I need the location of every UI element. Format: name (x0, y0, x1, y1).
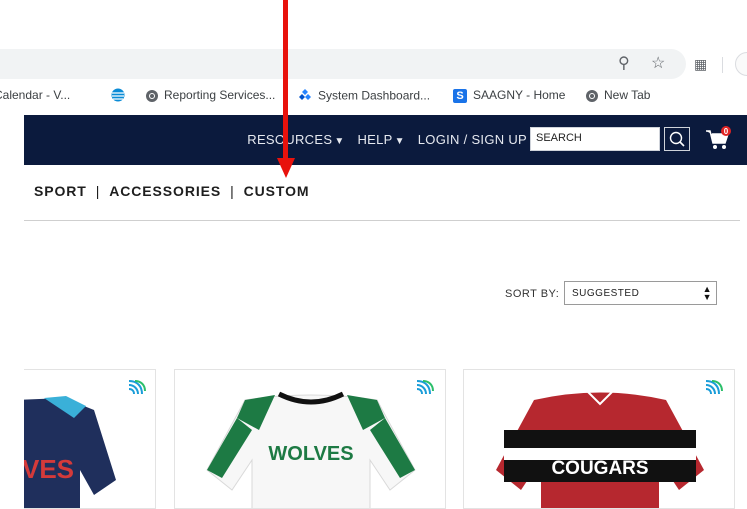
site-header: RESOURCES ▼ HELP ▼ LOGIN / SIGN UP SEARCH … (24, 115, 747, 165)
bookmark-new-tab[interactable]: New Tab (586, 88, 650, 102)
brand-stripes-icon (705, 380, 723, 395)
att-globe-icon (111, 88, 125, 105)
category-nav: SPORT | ACCESSORIES | CUSTOM (34, 183, 309, 199)
toolbar-divider (722, 57, 723, 73)
caret-down-icon: ▼ (394, 136, 405, 147)
bookmark-system-dashboard[interactable]: System Dashboard... (298, 88, 430, 105)
sort-select[interactable]: SUGGESTED ▲ ▼ (564, 281, 717, 305)
sharepoint-icon: S (453, 88, 467, 103)
globe-icon (586, 89, 598, 102)
zoom-icon[interactable]: ⚲ (618, 53, 630, 73)
bookmark-calendar[interactable]: Calendar - V... (0, 88, 70, 102)
nav-login-signup[interactable]: LOGIN / SIGN UP (418, 132, 527, 147)
bookmark-att[interactable] (111, 88, 131, 105)
bookmark-saagny-home[interactable]: S SAAGNY - Home (453, 88, 565, 103)
catnav-custom[interactable]: CUSTOM (244, 183, 310, 199)
cart-icon: 0 (706, 126, 731, 149)
sort-label: SORT BY: (505, 288, 560, 300)
nav-help[interactable]: HELP ▼ (357, 132, 404, 147)
caret-down-icon: ▼ (334, 136, 345, 147)
annotation-arrow-head (277, 158, 295, 178)
nav-divider-line (24, 220, 740, 221)
extension-icon[interactable]: ▦ (694, 56, 707, 73)
catnav-accessories[interactable]: ACCESSORIES (109, 183, 221, 199)
globe-icon (146, 89, 158, 102)
catnav-sport[interactable]: SPORT (34, 183, 87, 199)
jira-icon (298, 88, 312, 105)
search-icon (669, 131, 685, 147)
nav-resources[interactable]: RESOURCES ▼ (247, 132, 344, 147)
jersey-lettering: COUGARS (551, 458, 648, 479)
bookmark-label: Calendar - V... (0, 88, 71, 102)
brand-stripes-icon (128, 380, 146, 395)
bookmark-label: System Dashboard... (318, 88, 431, 103)
product-card[interactable]: COUGARS (463, 369, 735, 509)
nav-resources-label: RESOURCES (247, 132, 333, 147)
bookmark-reporting-services[interactable]: Reporting Services... (146, 88, 275, 102)
select-arrows-icon: ▲ ▼ (702, 284, 712, 302)
jersey-image: COUGARS (496, 391, 704, 508)
jersey-lettering: VES (24, 454, 74, 484)
bookmark-star-icon[interactable]: ☆ (651, 53, 665, 73)
product-card[interactable]: WOLVES (174, 369, 446, 509)
catnav-divider: | (230, 183, 235, 199)
address-bar[interactable]: ⚲ ☆ (0, 49, 686, 79)
annotation-arrow-shaft (283, 0, 288, 162)
bookmark-label: Reporting Services... (164, 88, 276, 102)
bookmarks-bar: Calendar - V... Reporting Services... Sy… (0, 83, 747, 109)
cart-button[interactable]: 0 (704, 126, 732, 152)
bookmark-label: SAAGNY - Home (473, 88, 566, 102)
search-button[interactable] (664, 127, 690, 151)
profile-avatar[interactable] (735, 52, 747, 76)
jersey-image: WOLVES (206, 391, 416, 508)
browser-chrome: ⚲ ☆ ▦ Calendar - V... Reporting Services… (0, 0, 747, 114)
product-card[interactable]: VES (24, 369, 156, 509)
sort-value: SUGGESTED (572, 288, 640, 299)
search-input[interactable]: SEARCH (530, 127, 660, 151)
header-nav: RESOURCES ▼ HELP ▼ LOGIN / SIGN UP (238, 132, 527, 147)
catnav-divider: | (95, 183, 101, 199)
brand-stripes-icon (416, 380, 434, 395)
jersey-lettering: WOLVES (268, 443, 353, 465)
cart-count: 0 (724, 127, 729, 136)
bookmark-label: New Tab (604, 88, 651, 102)
nav-help-label: HELP (357, 132, 393, 147)
